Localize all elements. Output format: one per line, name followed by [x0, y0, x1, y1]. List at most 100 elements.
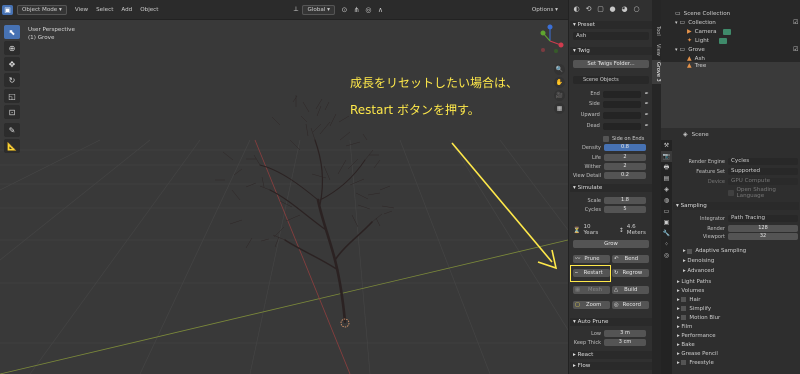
flow-section-header[interactable]: ▸ Flow	[570, 362, 652, 370]
visibility-checkbox-icon[interactable]: ☑	[793, 46, 798, 53]
preset-dropdown[interactable]: Ash	[573, 32, 649, 40]
material-shading-icon[interactable]: ◕	[619, 4, 630, 14]
zoom-icon: ▢	[575, 302, 581, 308]
eyedropper-icon[interactable]: ✒	[641, 121, 652, 131]
section-freestyle[interactable]: ▸ Freestyle	[673, 358, 799, 367]
simulate-section-header[interactable]: ▾ Simulate	[570, 184, 652, 192]
eyedropper-icon[interactable]: ✒	[641, 110, 652, 120]
outliner-item-collection[interactable]: ▾ ▭ Collection	[675, 19, 716, 26]
section-bake[interactable]: ▸ Bake	[673, 340, 799, 349]
tab-grove[interactable]: Grove 3	[652, 60, 661, 84]
scale-field[interactable]: 1.8	[604, 197, 646, 204]
overlay-icon[interactable]: ◐	[571, 4, 582, 14]
section-motion-blur[interactable]: ▸ Motion Blur	[673, 313, 799, 322]
adaptive-sampling-row[interactable]: ▸ Adaptive Sampling	[675, 246, 799, 256]
3d-viewport[interactable]: ▣ Object Mode ▾ View Select Add Object ⟂…	[0, 0, 568, 374]
view-detail-field[interactable]: 0.2	[604, 172, 646, 179]
section-label: Freestyle	[689, 359, 714, 366]
outliner-item-grove[interactable]: ▾ ▭ Grove	[675, 46, 705, 53]
section-volumes[interactable]: ▸ Volumes	[673, 286, 799, 295]
render-engine-dropdown[interactable]: Cycles	[728, 158, 798, 165]
adaptive-sampling-checkbox[interactable]	[687, 248, 693, 254]
auto-prune-section-header[interactable]: ▾ Auto Prune	[570, 318, 652, 326]
simplify-checkbox[interactable]	[681, 306, 687, 311]
record-button[interactable]: ◎ Record	[612, 301, 649, 309]
properties-editor: ◈ Scene Render Engine Cycles Feature Set…	[661, 128, 800, 374]
object-props-icon[interactable]: ▣	[661, 217, 672, 228]
modifier-props-icon[interactable]: 🔧	[661, 228, 672, 239]
section-light-paths[interactable]: ▸ Light Paths	[673, 277, 799, 286]
section-film[interactable]: ▸ Film	[673, 322, 799, 331]
density-field[interactable]: 0.8	[604, 144, 646, 151]
grow-label: Grow	[604, 241, 618, 247]
feature-set-row: Feature Set Supported	[673, 168, 799, 175]
outliner-item-light[interactable]: ✦ Light	[687, 37, 727, 44]
section-simplify[interactable]: ▸ Simplify	[673, 304, 799, 313]
prune-button[interactable]: 〰 Prune	[573, 255, 610, 263]
bend-button[interactable]: ↶ Bend	[612, 255, 649, 263]
osl-checkbox[interactable]	[728, 190, 734, 196]
scene-props-icon[interactable]: ◈	[661, 184, 672, 195]
integrator-row: Integrator Path Tracing	[673, 215, 799, 222]
advanced-row[interactable]: ▸ Advanced	[675, 266, 799, 276]
section-hair[interactable]: ▸ Hair	[673, 295, 799, 304]
sampling-subpanels: ▸ Adaptive Sampling ▸ Denoising ▸ Advanc…	[675, 246, 799, 276]
life-field[interactable]: 2	[604, 154, 646, 161]
wither-field[interactable]: 2	[604, 163, 646, 170]
keep-thick-field[interactable]: 3 cm	[604, 339, 646, 346]
integrator-dropdown[interactable]: Path Tracing	[728, 215, 798, 222]
build-button[interactable]: △ Build	[612, 286, 649, 294]
feature-set-dropdown[interactable]: Supported	[728, 168, 798, 175]
tool-props-icon[interactable]: ⚒	[661, 140, 672, 151]
side-on-ends-checkbox[interactable]	[603, 136, 609, 142]
hair-checkbox[interactable]	[681, 297, 687, 302]
motion-blur-checkbox[interactable]	[681, 315, 687, 320]
zoom-button[interactable]: ▢ Zoom	[573, 301, 610, 309]
set-twigs-folder-button[interactable]: Set Twigs Folder...	[573, 60, 649, 68]
grow-button[interactable]: Grow	[573, 240, 649, 248]
viewport-shading-toolbar: ◐ ⟲ ▢ ● ◕ ○	[571, 3, 643, 15]
cycles-field[interactable]: 5	[604, 206, 646, 213]
adaptive-sampling-label: Adaptive Sampling	[695, 248, 747, 254]
twig-dead-field[interactable]	[602, 122, 642, 130]
viewport-samples-field[interactable]: 32	[728, 233, 798, 240]
outliner-root[interactable]: ▭ Scene Collection	[675, 10, 730, 17]
denoising-row[interactable]: ▸ Denoising	[675, 256, 799, 266]
view-layer-props-icon[interactable]: ▤	[661, 173, 672, 184]
freestyle-checkbox[interactable]	[681, 360, 687, 365]
twig-upward-field[interactable]	[602, 111, 642, 119]
world-props-icon[interactable]: ◍	[661, 195, 672, 206]
outliner-item-camera[interactable]: ▶ Camera	[687, 28, 731, 35]
particles-props-icon[interactable]: ⁘	[661, 239, 672, 250]
outliner-item-ash[interactable]: ▲ Ash	[687, 55, 705, 62]
eyedropper-icon[interactable]: ✒	[641, 99, 652, 109]
twig-side-field[interactable]	[602, 100, 642, 108]
physics-props-icon[interactable]: ◎	[661, 250, 672, 261]
scene-objects-dropdown[interactable]: Scene Objects	[573, 76, 649, 84]
render-samples-field[interactable]: 128	[728, 225, 798, 232]
react-section-header[interactable]: ▸ React	[570, 351, 652, 359]
sampling-section-header[interactable]: ▾ Sampling	[673, 202, 799, 210]
solid-shading-icon[interactable]: ●	[607, 4, 618, 14]
output-props-icon[interactable]: 🖶	[661, 162, 672, 173]
collection-props-icon[interactable]: ▭	[661, 206, 672, 217]
tab-view[interactable]: View	[652, 41, 661, 59]
outliner-item-label: Grove	[688, 46, 705, 53]
section-performance[interactable]: ▸ Performance	[673, 331, 799, 340]
outliner-item-tree[interactable]: ▲ Tree	[687, 62, 706, 69]
section-grease-pencil[interactable]: ▸ Grease Pencil	[673, 349, 799, 358]
preset-section-header[interactable]: ▾ Preset	[570, 21, 652, 29]
twig-section-header[interactable]: ▾ Twig	[570, 47, 652, 55]
xray-icon[interactable]: ▢	[595, 4, 606, 14]
render-props-icon[interactable]: 📷	[661, 151, 672, 162]
rendered-shading-icon[interactable]: ○	[631, 4, 642, 14]
visibility-checkbox-icon[interactable]: ☑	[793, 19, 798, 26]
tab-tool[interactable]: Tool	[652, 22, 661, 40]
device-dropdown[interactable]: GPU Compute	[728, 178, 798, 185]
twig-end-field[interactable]	[602, 90, 642, 98]
regrow-button[interactable]: ↻ Regrow	[612, 269, 649, 277]
mesh-button[interactable]: ▦ Mesh	[573, 286, 610, 294]
low-field[interactable]: 3 m	[604, 330, 646, 337]
gizmo-toggle-icon[interactable]: ⟲	[583, 4, 594, 14]
eyedropper-icon[interactable]: ✒	[641, 89, 652, 99]
